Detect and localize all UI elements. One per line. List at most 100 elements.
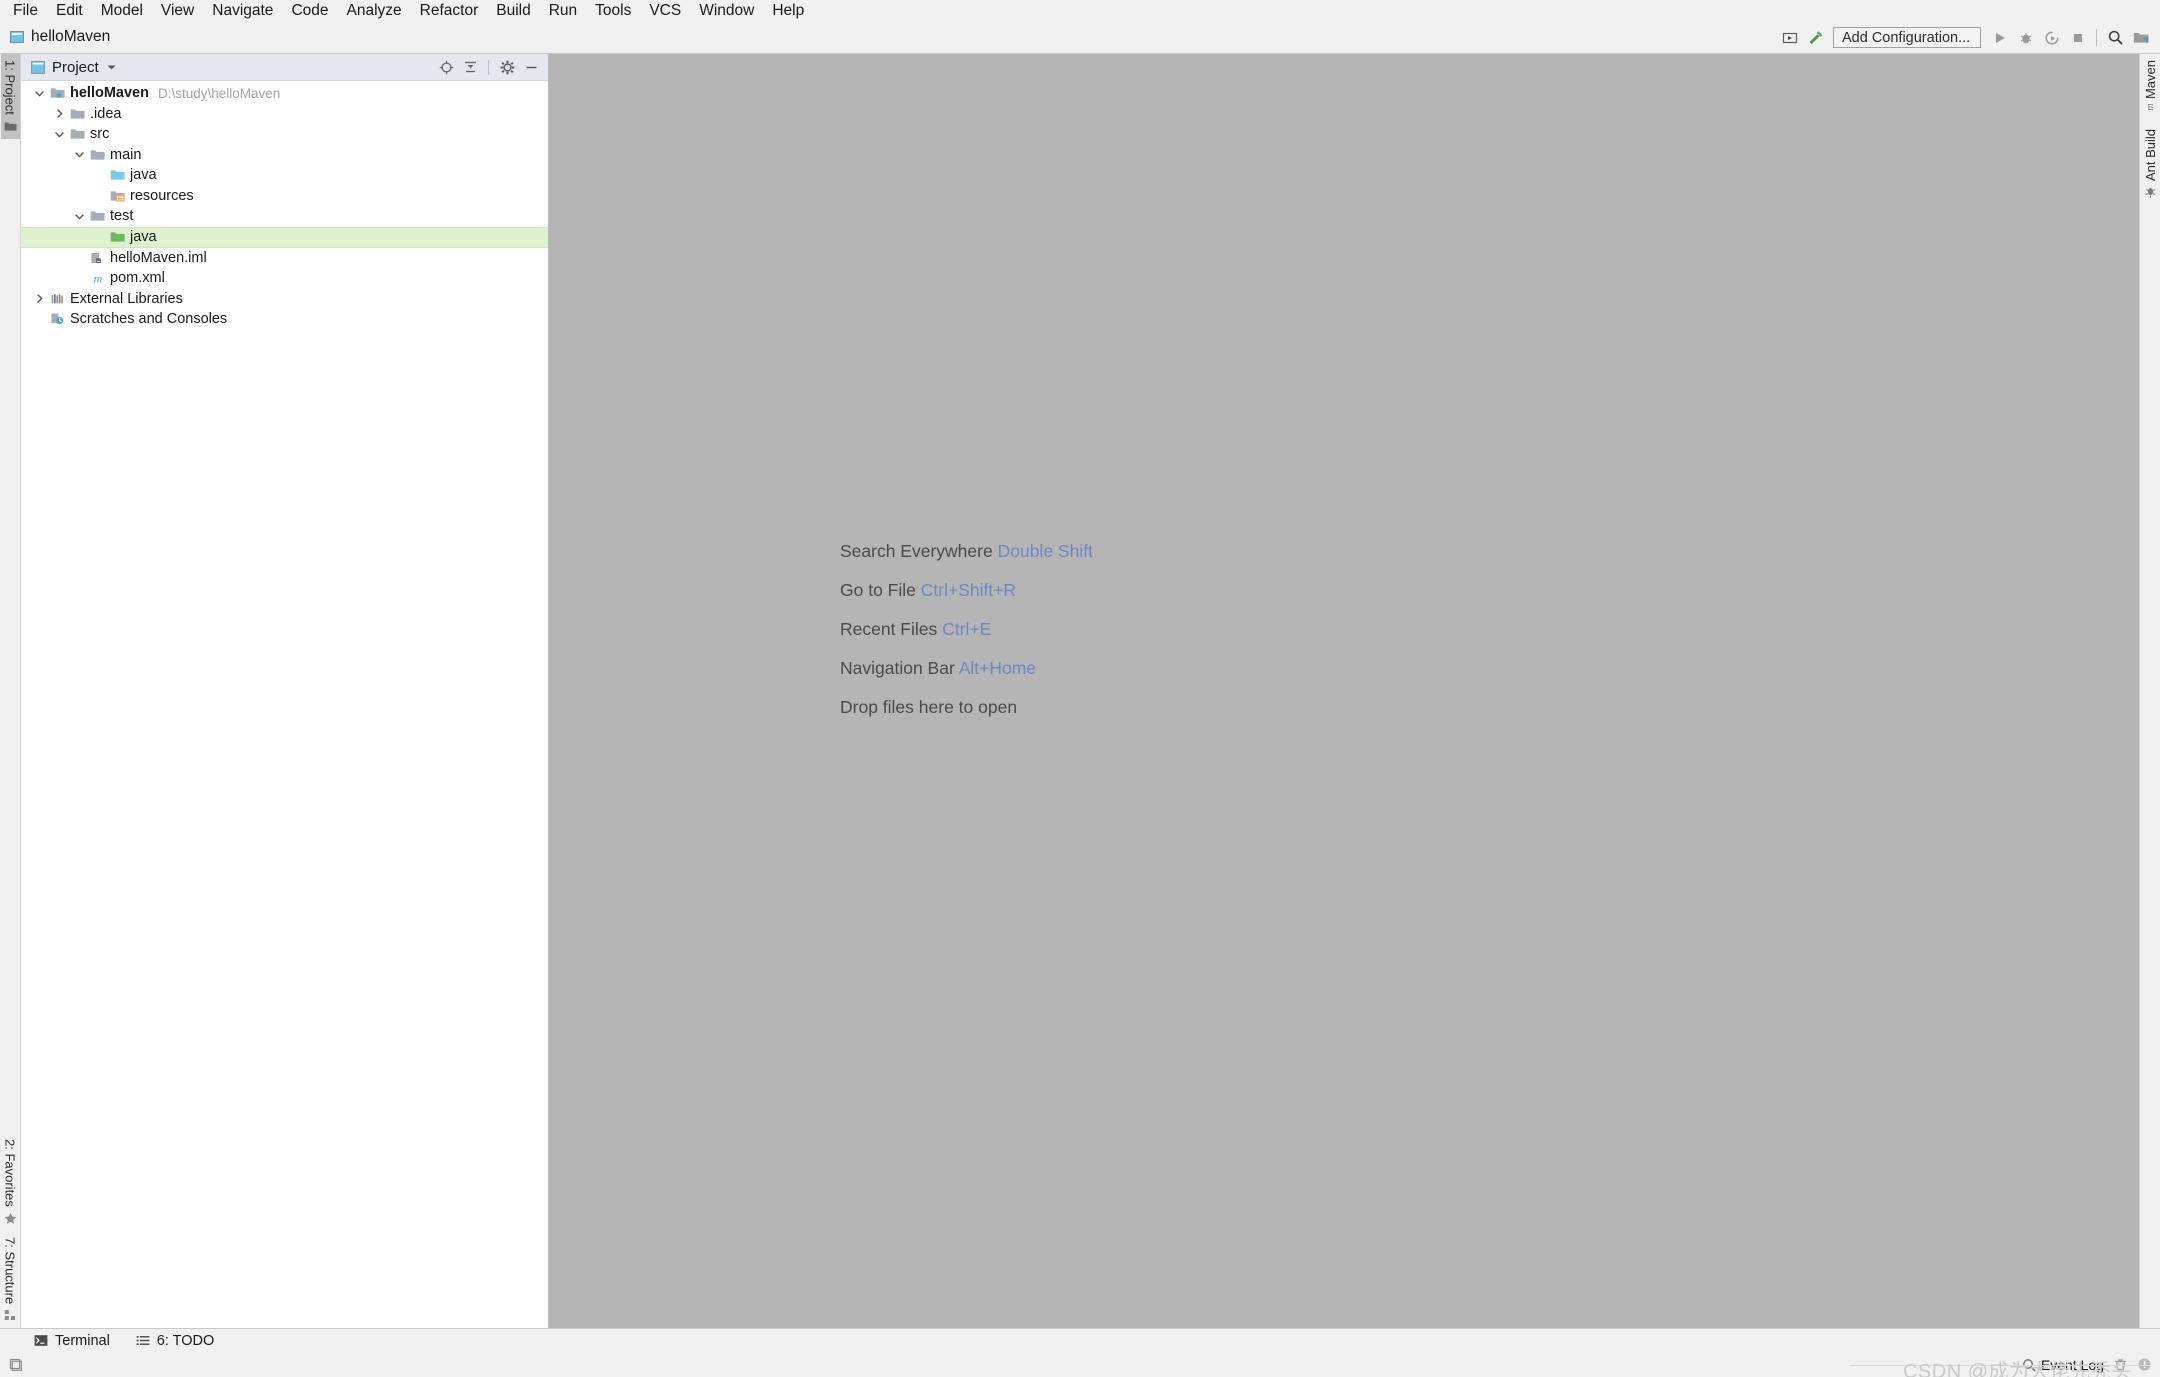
folder-icon: [89, 148, 106, 162]
menu-item-window[interactable]: Window: [690, 1, 763, 21]
main-toolbar: helloMaven Add Configuration...: [0, 21, 2160, 54]
project-view-icon: [31, 60, 45, 74]
folder-icon: [89, 209, 106, 223]
project-title: helloMaven: [0, 28, 110, 46]
folder-icon: [69, 127, 86, 141]
menu-item-navigate[interactable]: Navigate: [203, 1, 282, 21]
toggle-toolwindows-icon[interactable]: [8, 1357, 23, 1372]
menu-item-vcs[interactable]: VCS: [640, 1, 690, 21]
editor-hint-action: Recent Files: [840, 619, 938, 639]
terminal-icon: [34, 1334, 48, 1347]
test-source-root-green-icon: [109, 230, 126, 244]
tree-node-java[interactable]: java: [21, 226, 548, 248]
menu-item-help[interactable]: Help: [763, 1, 813, 21]
project-tree[interactable]: helloMaven D:\study\helloMaven .idea src mai…: [21, 81, 548, 1328]
menu-item-run[interactable]: Run: [540, 1, 586, 21]
editor-hint-list: Search Everywhere Double Shift Go to File…: [840, 532, 1093, 727]
folder-icon: [69, 107, 86, 121]
project-panel-title-group[interactable]: Project: [31, 59, 117, 76]
menu-item-model[interactable]: Model: [92, 1, 152, 21]
ant-build-icon: [2145, 188, 2155, 198]
tree-node-scratches-and-consoles[interactable]: Scratches and Consoles: [21, 309, 548, 330]
scratches-icon: [49, 312, 66, 326]
svg-text:m: m: [2145, 104, 2156, 111]
bottom-tab-6-todo[interactable]: 6: TODO: [124, 1333, 228, 1349]
tool-window-tab-1-project[interactable]: 1: Project: [0, 54, 20, 139]
run-icon[interactable]: [1987, 25, 2013, 51]
tree-node-test[interactable]: test: [21, 206, 548, 227]
editor-hint-shortcut: Double Shift: [997, 541, 1093, 561]
menu-item-tools[interactable]: Tools: [586, 1, 640, 21]
tree-node-label: pom.xml: [110, 270, 165, 287]
editor-hint: Recent Files Ctrl+E: [840, 610, 1093, 649]
tree-node-label: helloMaven: [70, 85, 149, 102]
menu-item-edit[interactable]: Edit: [47, 1, 92, 21]
stop-icon[interactable]: [2065, 25, 2091, 51]
chevron-right-icon[interactable]: [49, 108, 69, 119]
chevron-down-icon[interactable]: [69, 211, 89, 222]
run-with-coverage-icon[interactable]: [2039, 25, 2065, 51]
chevron-right-icon[interactable]: [29, 293, 49, 304]
chevron-down-icon[interactable]: [29, 88, 49, 99]
run-configuration-selector-icon[interactable]: [1777, 25, 1803, 51]
editor-hint: Go to File Ctrl+Shift+R: [840, 571, 1093, 610]
bottom-tab-label: 6: TODO: [156, 1332, 215, 1349]
select-opened-file-icon[interactable]: [435, 56, 457, 78]
toolbar-actions: Add Configuration...: [1777, 21, 2154, 54]
tree-node-label: src: [90, 126, 110, 143]
menu-item-build[interactable]: Build: [487, 1, 539, 21]
tree-node-path: D:\study\helloMaven: [157, 85, 281, 101]
project-panel-title: Project: [52, 58, 99, 76]
editor-hint-action: Go to File: [840, 580, 916, 600]
menu-item-file[interactable]: File: [4, 1, 47, 21]
build-hammer-icon[interactable]: [1803, 25, 1829, 51]
tree-node-hellomaven-iml[interactable]: helloMaven.iml: [21, 248, 548, 269]
editor-hint-shortcut: Ctrl+E: [942, 619, 992, 639]
menu-bar: File Edit Model View Navigate Code Analyze Refa…: [0, 0, 2160, 21]
debug-icon[interactable]: [2013, 25, 2039, 51]
menu-item-view[interactable]: View: [152, 1, 203, 21]
tree-node-idea[interactable]: .idea: [21, 104, 548, 125]
hide-icon[interactable]: [520, 56, 542, 78]
settings-gear-icon[interactable]: [496, 56, 518, 78]
tree-node-src[interactable]: src: [21, 124, 548, 145]
chevron-down-icon[interactable]: [49, 129, 69, 140]
chevron-down-icon[interactable]: [69, 149, 89, 160]
tool-window-tab-maven[interactable]: m Maven: [2141, 54, 2160, 123]
tree-node-label: resources: [130, 187, 194, 204]
tree-node-label: java: [130, 229, 157, 245]
tree-node-label: java: [130, 167, 157, 184]
tool-window-tab-ant-build[interactable]: Ant Build: [2141, 123, 2160, 205]
toolbar-divider: [2096, 29, 2097, 46]
tree-node-resources[interactable]: resources: [21, 186, 548, 207]
bottom-tab-terminal[interactable]: Terminal: [22, 1333, 124, 1349]
menu-item-analyze[interactable]: Analyze: [338, 1, 411, 21]
tool-window-tab-2-favorites[interactable]: 2: Favorites: [1, 1133, 20, 1231]
favorites-star-icon: [4, 1212, 16, 1224]
chevron-down-icon[interactable]: [106, 63, 117, 71]
menu-item-refactor[interactable]: Refactor: [411, 1, 488, 21]
todo-list-icon: [136, 1334, 150, 1347]
search-everywhere-icon[interactable]: [2102, 25, 2128, 51]
tree-node-external-libraries[interactable]: External Libraries: [21, 289, 548, 310]
tree-node-label: External Libraries: [70, 290, 183, 307]
tree-node-hellomaven[interactable]: helloMaven D:\study\helloMaven: [21, 83, 548, 104]
tree-node-label: helloMaven.iml: [110, 249, 207, 266]
tool-window-tab-7-structure[interactable]: 7: Structure: [1, 1231, 20, 1328]
project-structure-icon[interactable]: [2128, 25, 2154, 51]
editor-hint: Search Everywhere Double Shift: [840, 532, 1093, 571]
menu-item-code[interactable]: Code: [282, 1, 337, 21]
editor-hint-action: Search Everywhere: [840, 541, 993, 561]
tool-window-tab-label: 1: Project: [2, 60, 18, 115]
add-configuration-button[interactable]: Add Configuration...: [1833, 27, 1981, 48]
right-tool-window-stripe: m Maven Ant Build: [2139, 54, 2160, 1328]
tree-node-label: test: [110, 208, 134, 225]
module-folder-icon: [49, 86, 66, 100]
tree-node-main[interactable]: main: [21, 145, 548, 166]
left-tool-window-stripe: 1: Project 2: Favorites 7: Structure: [0, 54, 21, 1328]
tree-node-java[interactable]: java: [21, 165, 548, 186]
collapse-all-icon[interactable]: [459, 56, 481, 78]
tree-node-pom-xml[interactable]: m pom.xml: [21, 268, 548, 289]
project-folder-icon: [4, 122, 16, 131]
tool-window-tab-label: 2: Favorites: [2, 1138, 18, 1207]
